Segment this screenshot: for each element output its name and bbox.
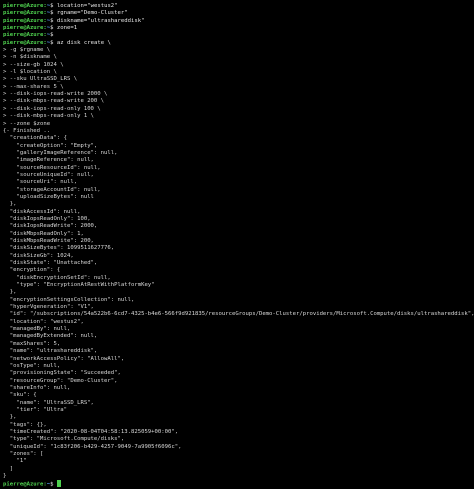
prompt-symbol: $ <box>50 17 57 24</box>
output-line: "maxShares": 5, <box>3 340 61 347</box>
prompt-user: pierre@Azure <box>3 32 44 39</box>
output-line: "sku": { <box>3 392 37 399</box>
output-line: "location": "westus2", <box>3 318 84 325</box>
prompt-symbol: $ <box>50 3 57 9</box>
prompt-user: pierre@Azure <box>3 39 44 46</box>
output-line: "diskMbpsReadOnly": 1, <box>3 230 84 237</box>
command-line: pierre@Azure:~$ zone=1 <box>3 25 474 32</box>
continuation-line: > --disk-mbps-read-write 200 \ <box>3 98 105 105</box>
output-line: "creationData": { <box>3 135 67 142</box>
output-line: "diskIopsReadOnly": 100, <box>3 215 91 222</box>
prompt-user: pierre@Azure <box>3 17 44 24</box>
output-line: "encryptionSettingsCollection": null, <box>3 296 135 303</box>
continuation-line: > --disk-mbps-read-only 1 \ <box>3 113 94 120</box>
command-line: pierre@Azure:~$ az disk create \ <box>3 40 474 47</box>
output-line: "uploadSizeBytes": null <box>3 193 94 200</box>
continuation-line: > --disk-iops-read-write 2000 \ <box>3 91 108 98</box>
prompt-symbol: $ <box>50 39 57 46</box>
output-line: "diskAccessId": null, <box>3 208 81 215</box>
command-text: location="westus2" <box>56 3 118 9</box>
terminal-window[interactable]: pierre@Azure:~$ location="westus2" pierre… <box>0 0 474 488</box>
output-line: ] <box>3 465 14 472</box>
output-line: {- Finished .. <box>3 127 51 134</box>
prompt-symbol: $ <box>50 32 57 39</box>
output-line: "provisioningState": "Succeeded", <box>3 370 121 377</box>
continuation-line: > --max-shares 5 \ <box>3 83 64 90</box>
output-line: "diskSizeBytes": 1099511627776, <box>3 245 115 252</box>
output-line: }, <box>3 414 17 421</box>
prompt-user: pierre@Azure <box>3 3 44 9</box>
output-line: "galleryImageReference": null, <box>3 149 118 156</box>
command-text: diskname="ultrashareddisk" <box>56 17 145 24</box>
prompt-symbol: $ <box>50 481 57 488</box>
continuation-line: > --zone $zone <box>3 120 51 127</box>
output-line: }, <box>3 289 17 296</box>
continuation-line: > -n $diskname \ <box>3 54 57 61</box>
output-line: "shareInfo": null, <box>3 384 71 391</box>
output-line: "encryption": { <box>3 267 61 274</box>
command-text: rgname="Demo-Cluster" <box>56 10 128 17</box>
output-line: "type": "Microsoft.Compute/disks", <box>3 436 125 443</box>
output-line: }, <box>3 201 17 208</box>
command-line: pierre@Azure:~$ <box>3 32 474 39</box>
command-line: pierre@Azure:~$ location="westus2" <box>3 3 474 10</box>
prompt-user: pierre@Azure <box>3 481 44 488</box>
output-line: "resourceGroup": "Demo-Cluster", <box>3 377 118 384</box>
output-line: "diskEncryptionSetId": null, <box>3 274 111 281</box>
output-line: "sourceResourceId": null, <box>3 164 101 171</box>
continuation-line: > --size-gb 1024 \ <box>3 61 64 68</box>
output-line: "osType": null, <box>3 362 61 369</box>
output-line: "managedByExtended": null, <box>3 333 98 340</box>
continuation-line: > --disk-iops-read-only 100 \ <box>3 105 101 112</box>
current-prompt-line[interactable]: pierre@Azure:~$ <box>3 480 474 488</box>
continuation-line: > -g $rgname \ <box>3 47 51 54</box>
output-line: "sourceUniqueId": null, <box>3 171 94 178</box>
output-line: "networkAccessPolicy": "AllowAll", <box>3 355 125 362</box>
output-line: "diskIopsReadWrite": 2000, <box>3 223 98 230</box>
output-line: } <box>3 473 7 479</box>
command-text: zone=1 <box>56 25 78 32</box>
output-line: "storageAccountId": null, <box>3 186 101 193</box>
output-line: "uniqueId": "1c83f206-b429-4257-9049-7a9… <box>3 443 182 450</box>
output-line: "diskState": "Unattached", <box>3 260 98 267</box>
prompt-symbol: $ <box>50 10 57 17</box>
output-line: "name": "ultrashareddisk", <box>3 348 98 355</box>
output-line: "diskMbpsReadWrite": 200, <box>3 238 94 244</box>
command-line: pierre@Azure:~$ diskname="ultrashareddis… <box>3 18 474 25</box>
output-line: "zones": [ <box>3 450 44 457</box>
output-line: "createOption": "Empty", <box>3 142 98 149</box>
prompt-symbol: $ <box>50 25 57 32</box>
output-line: "timeCreated": "2020-08-04T04:58:13.8250… <box>3 428 179 435</box>
output-line: "tags": {}, <box>3 421 47 428</box>
output-line: "diskSizeGb": 1024, <box>3 252 74 259</box>
command-line: pierre@Azure:~$ rgname="Demo-Cluster" <box>3 10 474 17</box>
continuation-line: > -l $location \ <box>3 69 57 76</box>
prompt-user: pierre@Azure <box>3 10 44 17</box>
output-line: "managedBy": null, <box>3 326 71 333</box>
output-line: "1" <box>3 458 27 465</box>
prompt-user: pierre@Azure <box>3 25 44 32</box>
continuation-line: > --sku UltraSSD_LRS \ <box>3 76 78 83</box>
command-text: az disk create \ <box>56 39 111 46</box>
output-line: "sourceUri": null, <box>3 179 78 186</box>
output-line: "hyperVgeneration": "V1", <box>3 304 94 311</box>
output-line: "type": "EncryptionAtRestWithPlatformKey… <box>3 282 155 289</box>
output-line: "id": "/subscriptions/54a522b6-6cd7-4325… <box>3 311 474 318</box>
text-cursor <box>56 480 61 487</box>
output-line: "tier": "Ultra" <box>3 406 67 413</box>
output-line: "imageReference": null, <box>3 157 94 164</box>
output-line: "name": "UltraSSD_LRS", <box>3 399 94 406</box>
